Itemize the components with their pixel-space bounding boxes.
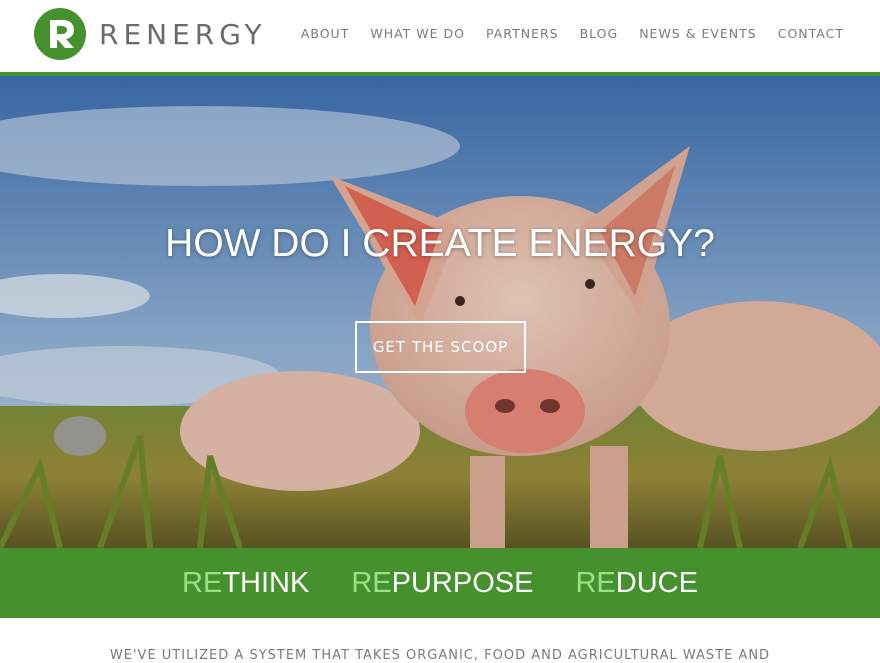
brand-name: RENERGY [99, 17, 267, 51]
tagline-rest: THINK [222, 566, 310, 599]
nav-what-we-do[interactable]: WHAT WE DO [370, 26, 465, 41]
tagline-rest: PURPOSE [391, 566, 534, 599]
hero-image [0, 76, 880, 548]
nav-about[interactable]: ABOUT [301, 26, 350, 41]
nav-blog[interactable]: BLOG [580, 26, 619, 41]
hero-title: HOW DO I CREATE ENERGY? [165, 222, 715, 265]
site-header: RENERGY ABOUT WHAT WE DO PARTNERS BLOG N… [0, 0, 880, 76]
nav-partners[interactable]: PARTNERS [486, 26, 559, 41]
tagline-rethink: RETHINK [182, 567, 309, 600]
tagline-prefix: RE [575, 566, 616, 599]
main-nav: ABOUT WHAT WE DO PARTNERS BLOG NEWS & EV… [280, 26, 844, 41]
tagline-rest: DUCE [615, 566, 698, 599]
tagline-reduce: REDUCE [575, 567, 697, 600]
intro-text: WE'VE UTILIZED A SYSTEM THAT TAKES ORGAN… [109, 648, 771, 663]
get-the-scoop-button[interactable]: GET THE SCOOP [355, 321, 526, 373]
tagline-prefix: RE [351, 566, 392, 599]
tagline-band: RETHINK REPURPOSE REDUCE [0, 548, 880, 618]
tagline-prefix: RE [182, 566, 223, 599]
hero-banner: HOW DO I CREATE ENERGY? GET THE SCOOP [0, 76, 880, 548]
nav-news-events[interactable]: NEWS & EVENTS [639, 26, 757, 41]
tagline-repurpose: REPURPOSE [351, 567, 533, 600]
logo-icon [34, 8, 86, 60]
nav-contact[interactable]: CONTACT [778, 26, 844, 41]
logo-link[interactable]: RENERGY [33, 7, 267, 61]
